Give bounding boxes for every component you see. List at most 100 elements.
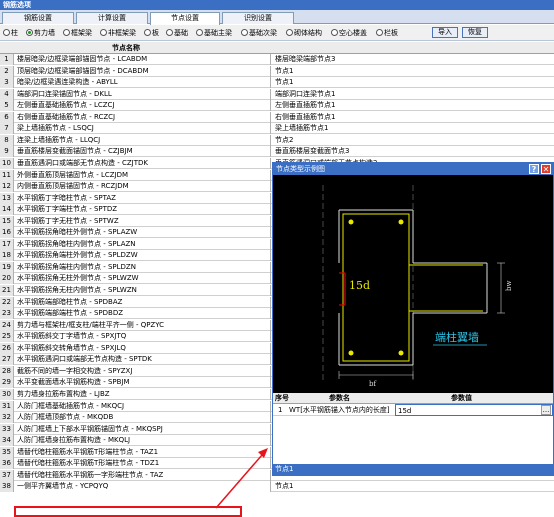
param-value-input[interactable]: 15d [395, 404, 553, 416]
table-row[interactable]: 3 暗梁/边框梁遇连梁构造 - ABYLL 节点1 [0, 77, 554, 89]
table-row[interactable]: 1 楼层暗梁/边框梁端部锚固节点 - LCABDM 楼层暗梁端部节点3 [0, 54, 554, 65]
node-name-cell[interactable]: 墙替代暗柱箍筋水平钢筋T形端柱节点 - TDZ1 [14, 458, 271, 470]
node-name-cell[interactable]: 水平钢筋拐角端柱内侧节点 - SPLDZN [14, 261, 271, 273]
close-icon[interactable]: ✕ [541, 164, 551, 174]
restore-button[interactable]: 恢复 [462, 27, 488, 38]
node-diagram-image: 15d bw bf 端柱翼墙 [273, 175, 553, 393]
node-name-cell[interactable]: 水平钢筋丁字无柱节点 - SPTWZ [14, 215, 271, 227]
radio-foundation-main-beam[interactable]: 基础主梁 [196, 28, 232, 38]
node-value-cell[interactable]: 楼层暗梁端部节点3 [272, 54, 554, 65]
node-name-cell[interactable]: 剪力墙身拉筋布置构造 - LJBZ [14, 388, 271, 400]
radio-shear-wall[interactable]: 剪力墙 [26, 28, 55, 38]
table-row[interactable]: 2 顶层暗梁/边框梁端部锚固节点 - DCABDM 节点1 [0, 65, 554, 77]
row-number: 38 [0, 481, 14, 493]
table-row[interactable]: 6 右侧垂直基础插筋节点 - RCZCJ 右侧垂直插筋节点1 [0, 111, 554, 123]
row-number: 1 [0, 54, 14, 65]
radio-slab[interactable]: 板 [144, 28, 159, 38]
selected-row-value[interactable]: 节点1 [272, 464, 554, 475]
node-name-cell[interactable]: 剪力墙与框架柱/框支柱/端柱平齐一侧 - QPZYC [14, 319, 271, 331]
node-name-cell[interactable]: 外侧垂直筋顶层锚固节点 - LCZJDM [14, 169, 271, 181]
radio-masonry[interactable]: 砌体结构 [286, 28, 322, 38]
node-name-cell[interactable]: 水平钢筋端部端柱节点 - SPDBDZ [14, 308, 271, 320]
node-name-cell[interactable]: 墙替代暗柱箍筋水平钢筋一字形端柱节点 - TAZ [14, 469, 271, 481]
import-button[interactable]: 导入 [432, 27, 458, 38]
table-row[interactable]: 38 一侧平齐翼墙节点 - YCPQYQ 节点1 [0, 481, 554, 493]
node-name-cell[interactable]: 水平钢筋斜交转角墙节点 - SPXJLQ [14, 342, 271, 354]
row-number: 37 [0, 469, 14, 481]
node-name-cell[interactable]: 墙替代暗柱箍筋水平钢筋T形端柱节点 - TAZ1 [14, 446, 271, 458]
node-name-cell[interactable]: 左侧垂直基础插筋节点 - LCZCJ [14, 100, 271, 112]
node-value-cell[interactable]: 垂直筋楼层变截面节点3 [272, 146, 554, 157]
radio-hollow-floor[interactable]: 空心楼盖 [331, 28, 367, 38]
node-name-cell[interactable]: 人防门框墙上下部水平钢筋锚固节点 - MKQSPJ [14, 423, 271, 435]
node-name-cell[interactable]: 水平钢筋端部暗柱节点 - SPDBAZ [14, 296, 271, 308]
node-name-cell[interactable]: 端部洞口连梁锚固节点 - DKLL [14, 88, 271, 100]
tab-rebar-settings[interactable]: 钢筋设置 [2, 12, 74, 24]
help-icon[interactable]: ? [529, 164, 539, 174]
node-name-cell[interactable]: 垂直筋遇洞口或端部无节点构造 - CZJTDK [14, 157, 271, 169]
row-number: 22 [0, 296, 14, 308]
node-name-cell[interactable]: 人防门框墙基础插筋节点 - MKQCJ [14, 400, 271, 412]
radio-foundation-secondary-beam[interactable]: 基础次梁 [241, 28, 277, 38]
parameter-table: 序号 参数名 参数值 1 WT[水平钢筋锚入节点内的长度] 15d ... [273, 393, 553, 463]
tab-recognition-settings[interactable]: 识别设置 [222, 12, 294, 24]
row-number: 28 [0, 365, 14, 377]
radio-dot-icon [376, 29, 383, 36]
radio-dot-icon [331, 29, 338, 36]
param-row-number: 1 [278, 406, 283, 414]
node-name-cell[interactable]: 人防门框墙身拉筋布置构造 - MKQLJ [14, 435, 271, 447]
tab-node-settings[interactable]: 节点设置 [150, 12, 220, 25]
radio-frame-beam[interactable]: 框架梁 [63, 28, 92, 38]
label-bf: bf [369, 380, 377, 388]
node-name-cell[interactable]: 垂直筋楼层变截面锚固节点 - CZJBJM [14, 146, 271, 158]
radio-parapet[interactable]: 栏板 [376, 28, 398, 38]
node-value-cell[interactable]: 端部洞口连梁节点1 [272, 89, 554, 100]
node-name-cell[interactable]: 梁上墙插筋节点 - LSQCJ [14, 123, 271, 135]
node-name-cell[interactable]: 楼层暗梁/边框梁端部锚固节点 - LCABDM [14, 54, 271, 65]
node-value-cell[interactable]: 节点2 [272, 135, 554, 146]
node-name-cell[interactable]: 顶层暗梁/边框梁端部锚固节点 - DCABDM [14, 65, 271, 77]
node-value-cell[interactable]: 左侧垂直插筋节点1 [272, 100, 554, 111]
node-name-cell[interactable]: 水平钢筋丁字暗柱节点 - SPTAZ [14, 192, 271, 204]
param-more-button[interactable]: ... [541, 405, 551, 415]
param-name: WT[水平钢筋锚入节点内的长度] [289, 406, 390, 414]
node-value-cell[interactable]: 右侧垂直插筋节点1 [272, 112, 554, 123]
node-name-cell[interactable]: 水平钢筋拐角无柱外侧节点 - SPLWZW [14, 273, 271, 285]
node-value-cell[interactable]: 节点1 [272, 66, 554, 77]
tab-calc-settings[interactable]: 计算设置 [76, 12, 148, 24]
radio-nonframe-beam[interactable]: 非框架梁 [100, 28, 136, 38]
node-name-cell[interactable]: 截筋不同的墙一字相交构造 - SPYZXJ [14, 365, 271, 377]
radio-dot-icon [63, 29, 70, 36]
table-row[interactable]: 5 左侧垂直基础插筋节点 - LCZCJ 左侧垂直插筋节点1 [0, 100, 554, 112]
parameter-row[interactable]: 1 WT[水平钢筋锚入节点内的长度] 15d ... [273, 404, 553, 416]
column-header-node-name: 节点名称 [112, 44, 140, 52]
node-name-cell[interactable]: 暗梁/边框梁遇连梁构造 - ABYLL [14, 77, 271, 89]
node-value-cell[interactable]: 节点1 [272, 77, 554, 88]
node-value-cell[interactable]: 梁上墙插筋节点1 [272, 123, 554, 134]
radio-dot-selected-icon [26, 29, 33, 36]
node-name-cell[interactable]: 水平钢筋拐角端柱外侧节点 - SPLDZW [14, 250, 271, 262]
node-name-cell[interactable]: 连梁上墙插筋节点 - LLQCJ [14, 134, 271, 146]
node-name-cell[interactable]: 水平钢筋拐角暗柱内侧节点 - SPLAZN [14, 238, 271, 250]
row-number: 13 [0, 192, 14, 204]
node-name-cell[interactable]: 一侧平齐翼墙节点 - YCPQYQ [14, 481, 271, 493]
table-row[interactable]: 8 连梁上墙插筋节点 - LLQCJ 节点2 [0, 134, 554, 146]
table-row[interactable]: 9 垂直筋楼层变截面锚固节点 - CZJBJM 垂直筋楼层变截面节点3 [0, 146, 554, 158]
node-value-cell[interactable]: 节点1 [272, 481, 554, 492]
node-name-cell[interactable]: 水平钢筋拐角无柱内侧节点 - SPLWZN [14, 285, 271, 296]
radio-column[interactable]: 柱 [3, 28, 18, 38]
node-name-cell[interactable]: 水平钢筋拐角暗柱外侧节点 - SPLAZW [14, 227, 271, 239]
node-name-cell[interactable]: 水平变截面墙水平钢筋构造 - SPBJM [14, 377, 271, 389]
node-name-cell[interactable]: 水平钢筋斜交丁字墙节点 - SPXJTQ [14, 331, 271, 343]
node-name-cell[interactable]: 水平钢筋遇洞口或端部无节点构造 - SPTDK [14, 354, 271, 366]
tab-bar: 钢筋设置 计算设置 节点设置 识别设置 [0, 10, 554, 25]
node-name-cell[interactable]: 人防门框墙顶部节点 - MKQDB [14, 412, 271, 424]
row-number: 35 [0, 446, 14, 458]
radio-dot-icon [3, 29, 10, 36]
node-name-cell[interactable]: 水平钢筋丁字端柱节点 - SPTDZ [14, 204, 271, 216]
table-row[interactable]: 7 梁上墙插筋节点 - LSQCJ 梁上墙插筋节点1 [0, 123, 554, 135]
node-name-cell[interactable]: 右侧垂直基础插筋节点 - RCZCJ [14, 111, 271, 123]
table-row[interactable]: 4 端部洞口连梁锚固节点 - DKLL 端部洞口连梁节点1 [0, 88, 554, 100]
node-name-cell[interactable]: 内侧垂直筋顶层锚固节点 - RCZJDM [14, 181, 271, 193]
radio-foundation[interactable]: 基础 [166, 28, 188, 38]
